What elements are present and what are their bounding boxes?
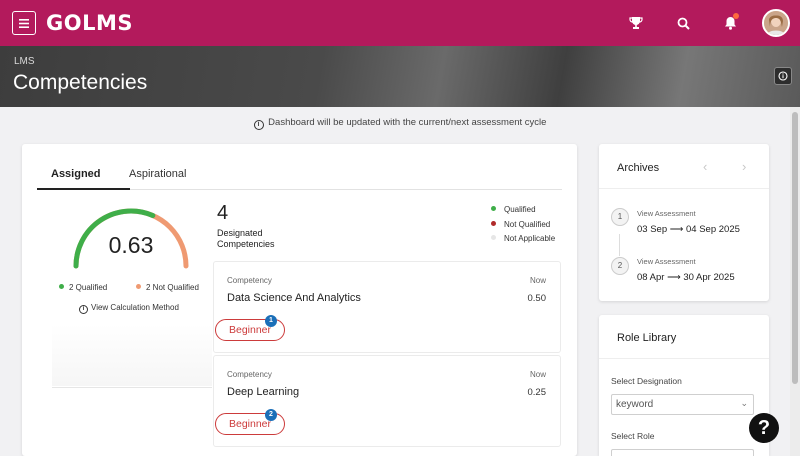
competency-name[interactable]: Deep Learning: [227, 386, 299, 398]
competency-name[interactable]: Data Science And Analytics: [227, 292, 361, 304]
view-assessment-link[interactable]: View Assessment: [637, 209, 696, 218]
notification-dot: [733, 13, 739, 19]
role-select[interactable]: [611, 449, 754, 456]
not-qualified-label: 2 Not Qualified: [146, 283, 199, 292]
active-tab-indicator: [37, 188, 130, 190]
archive-step: 1: [611, 208, 629, 226]
not-qualified-dot: [136, 284, 141, 289]
avatar[interactable]: [762, 9, 790, 37]
role-library-title: Role Library: [617, 332, 677, 344]
archives-card: Archives ‹ › 1 View Assessment 03 Sep ⟶ …: [599, 144, 769, 301]
now-label: Now: [529, 370, 546, 379]
info-icon[interactable]: [774, 67, 792, 85]
view-calculation-link[interactable]: i View Calculation Method: [79, 303, 179, 314]
designation-label: Select Designation: [611, 376, 682, 386]
bell-icon[interactable]: [720, 13, 740, 33]
page-title: Competencies: [13, 71, 148, 94]
assessment-notice: i Dashboard will be updated with the cur…: [0, 117, 800, 130]
archives-title: Archives: [617, 162, 660, 174]
gauge-footer-shade: [52, 324, 212, 386]
status-legend: Qualified Not Qualified Not Applicable: [491, 205, 555, 249]
role-label: Select Role: [611, 431, 655, 441]
divider: [52, 387, 212, 388]
menu-icon[interactable]: [12, 11, 36, 35]
qualified-label: 2 Qualified: [69, 283, 108, 292]
top-navbar: GOLMS: [0, 0, 800, 46]
competency-count-label: Designated Competencies: [217, 228, 275, 249]
competency-score: 0.25: [527, 387, 547, 398]
app-logo[interactable]: GOLMS: [46, 11, 133, 35]
divider: [599, 188, 769, 189]
status-not-applicable: Not Applicable: [491, 234, 555, 249]
notice-text: Dashboard will be updated with the curre…: [268, 117, 547, 128]
page-header: LMS Competencies: [0, 46, 800, 107]
divider: [599, 358, 769, 359]
scrollbar-thumb[interactable]: [792, 112, 798, 384]
help-icon[interactable]: ?: [749, 413, 779, 443]
timeline-line: [619, 234, 620, 256]
calc-link-label[interactable]: View Calculation Method: [91, 303, 179, 312]
level-count-badge: 2: [265, 409, 277, 421]
chevron-right-icon[interactable]: ›: [742, 159, 746, 174]
status-qualified: Qualified: [491, 205, 555, 220]
competency-card: Assigned Aspirational 0.63 2 Qualified 2…: [22, 144, 577, 456]
score-gauge: 0.63: [67, 204, 195, 274]
view-assessment-link[interactable]: View Assessment: [637, 257, 696, 266]
competency-item[interactable]: Competency Now Deep Learning 0.25 Beginn…: [213, 355, 561, 447]
qualified-legend: 2 Qualified: [59, 283, 107, 292]
competency-score: 0.50: [527, 293, 547, 304]
competency-kicker: Competency: [227, 370, 272, 379]
designation-select[interactable]: keyword ⌄: [611, 394, 754, 415]
info-icon: i: [253, 120, 264, 130]
level-count-badge: 1: [265, 315, 277, 327]
search-icon[interactable]: [673, 13, 693, 33]
chevron-down-icon: ⌄: [740, 398, 748, 408]
not-qualified-legend: 2 Not Qualified: [136, 283, 199, 292]
competency-item[interactable]: Competency Now Data Science And Analytic…: [213, 261, 561, 353]
archive-step: 2: [611, 257, 629, 275]
role-library-card: Role Library Select Designation keyword …: [599, 315, 769, 456]
archive-date-range: 08 Apr ⟶ 30 Apr 2025: [637, 272, 735, 283]
status-not-qualified: Not Qualified: [491, 220, 555, 235]
designation-placeholder: keyword: [616, 399, 654, 410]
breadcrumb[interactable]: LMS: [14, 56, 35, 67]
competency-kicker: Competency: [227, 276, 272, 285]
tab-aspirational[interactable]: Aspirational: [129, 168, 186, 180]
qualified-dot: [59, 284, 64, 289]
archive-date-range: 03 Sep ⟶ 04 Sep 2025: [637, 224, 740, 235]
gauge-value: 0.63: [108, 232, 154, 258]
tab-assigned[interactable]: Assigned: [51, 168, 101, 180]
competency-count: 4: [217, 202, 229, 224]
chevron-left-icon[interactable]: ‹: [703, 159, 707, 174]
info-icon: i: [79, 305, 88, 314]
trophy-icon[interactable]: [626, 13, 646, 33]
now-label: Now: [529, 276, 546, 285]
